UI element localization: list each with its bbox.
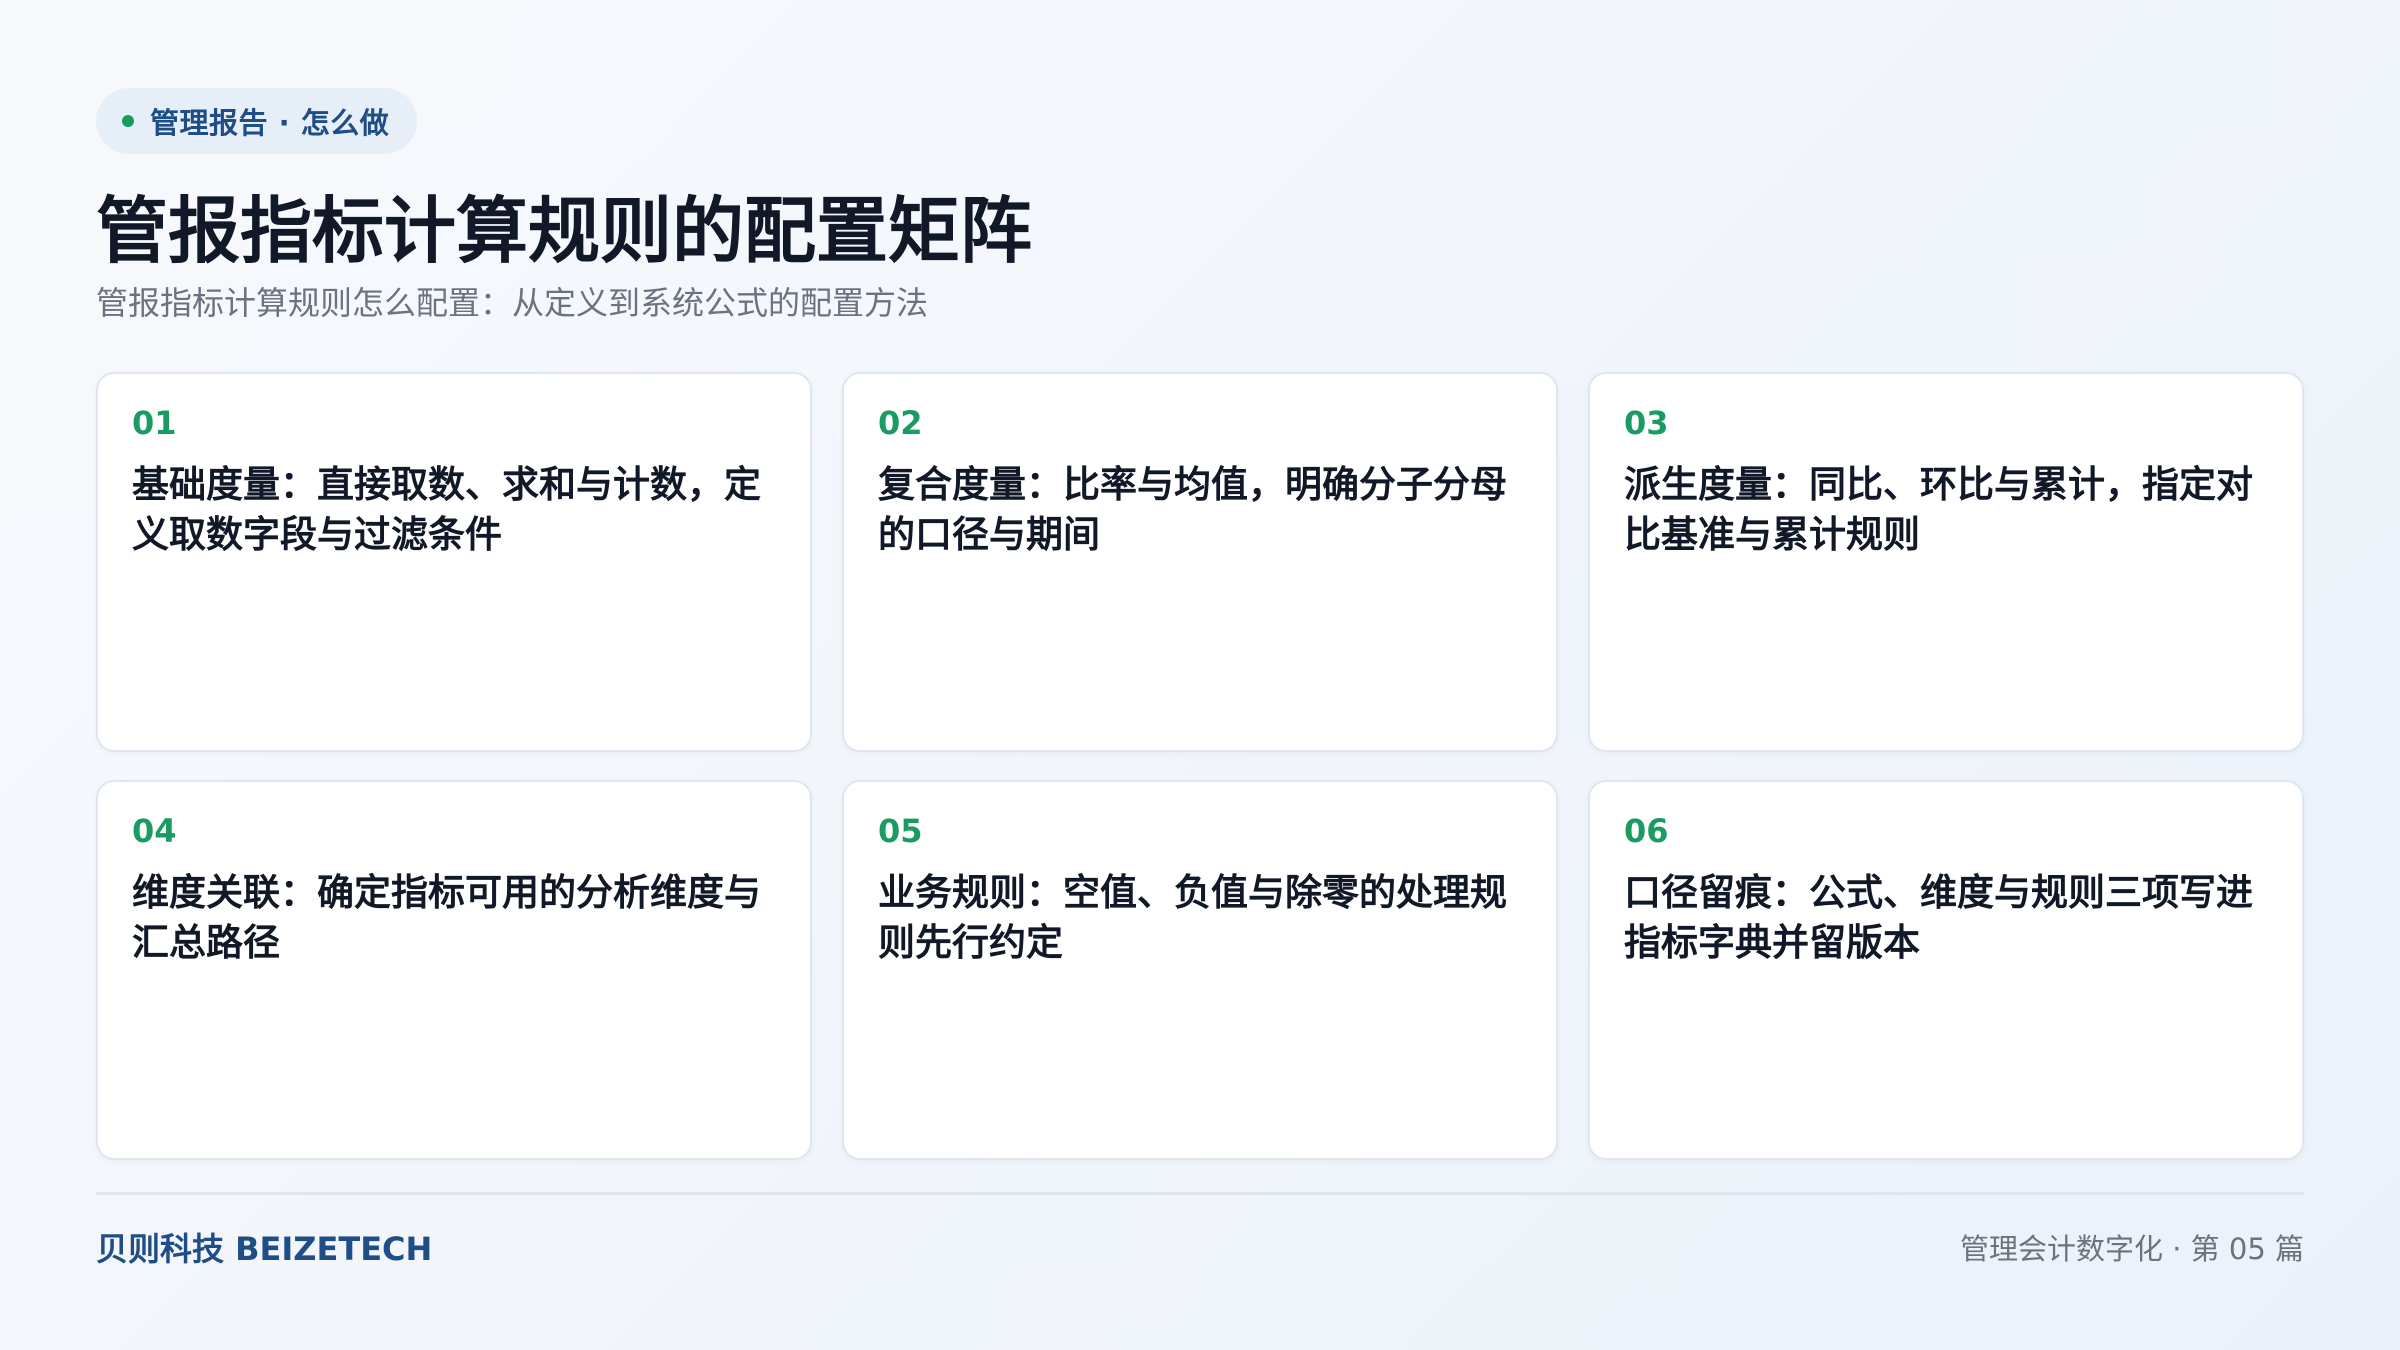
card-text: 维度关联：确定指标可用的分析维度与汇总路径 (132, 871, 761, 965)
footer-brand: 贝则科技 BEIZETECH (96, 1230, 433, 1268)
category-pill: 管理报告 · 怎么做 (96, 88, 418, 154)
card-05: 05 业务规则：空值、负值与除零的处理规则先行约定 (842, 780, 1558, 1160)
card-06: 06 口径留痕：公式、维度与规则三项写进指标字典并留版本 (1588, 780, 2304, 1160)
status-dot-icon (122, 115, 134, 127)
card-number: 01 (132, 404, 177, 442)
footer-series: 管理会计数字化 · 第 05 篇 (1960, 1232, 2304, 1266)
page-subtitle: 管报指标计算规则怎么配置：从定义到系统公式的配置方法 (96, 284, 929, 322)
card-text: 口径留痕：公式、维度与规则三项写进指标字典并留版本 (1624, 871, 2253, 965)
card-number: 04 (132, 812, 177, 850)
card-01: 01 基础度量：直接取数、求和与计数，定义取数字段与过滤条件 (96, 372, 812, 752)
card-number: 02 (878, 404, 923, 442)
card-text: 派生度量：同比、环比与累计，指定对比基准与累计规则 (1624, 463, 2253, 557)
slide: 管理报告 · 怎么做 管报指标计算规则的配置矩阵 管报指标计算规则怎么配置：从定… (96, 88, 2304, 1288)
card-03: 03 派生度量：同比、环比与累计，指定对比基准与累计规则 (1588, 372, 2304, 752)
footer-divider (96, 1192, 2304, 1195)
page-title: 管报指标计算规则的配置矩阵 (96, 189, 1033, 273)
category-label: 管理报告 · 怎么做 (150, 106, 390, 140)
card-number: 06 (1624, 812, 1669, 850)
card-02: 02 复合度量：比率与均值，明确分子分母的口径与期间 (842, 372, 1558, 752)
card-number: 05 (878, 812, 923, 850)
card-text: 业务规则：空值、负值与除零的处理规则先行约定 (878, 871, 1507, 965)
card-04: 04 维度关联：确定指标可用的分析维度与汇总路径 (96, 780, 812, 1160)
card-text: 复合度量：比率与均值，明确分子分母的口径与期间 (878, 463, 1507, 557)
card-grid: 01 基础度量：直接取数、求和与计数，定义取数字段与过滤条件 02 复合度量：比… (96, 372, 2304, 1160)
card-text: 基础度量：直接取数、求和与计数，定义取数字段与过滤条件 (132, 463, 761, 557)
card-number: 03 (1624, 404, 1669, 442)
